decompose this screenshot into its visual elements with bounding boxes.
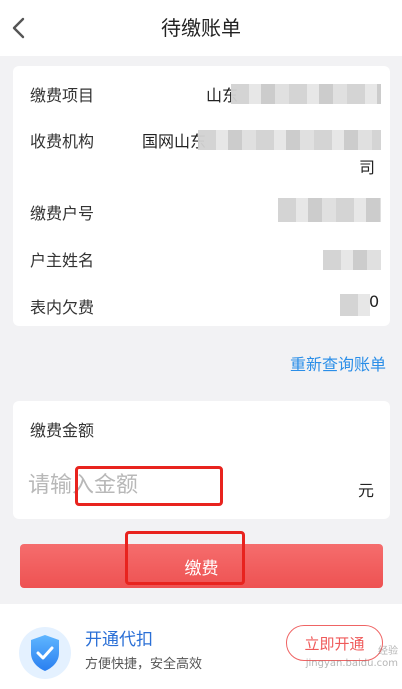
payee-value-tail: 司	[359, 158, 376, 177]
open-auto-debit-button[interactable]: 立即开通	[286, 625, 383, 661]
auto-debit-subtitle: 方便快捷，安全高效	[85, 657, 203, 672]
arrears-value: 0	[369, 292, 380, 311]
auto-debit-title: 开通代扣	[85, 630, 153, 650]
account-number-label: 缴费户号	[30, 204, 95, 223]
masked-payee	[198, 130, 381, 150]
amount-label: 缴费金额	[30, 421, 95, 440]
requery-bill-link[interactable]: 重新查询账单	[290, 351, 386, 375]
payee-label: 收费机构	[30, 132, 95, 151]
auto-debit-banner: 开通代扣 方便快捷，安全高效 立即开通	[0, 604, 402, 689]
top-bar: 待缴账单	[0, 0, 402, 56]
bill-details-card: 缴费项目 山东 收费机构 国网山东 司 缴费户号 户主姓名 表内欠费 0	[13, 66, 390, 326]
masked-payment-item	[231, 84, 381, 104]
masked-account-number	[278, 198, 381, 222]
arrears-label: 表内欠费	[30, 298, 95, 317]
shield-check-icon	[19, 627, 71, 679]
page-title: 待缴账单	[161, 16, 241, 40]
amount-unit: 元	[357, 481, 374, 500]
payment-item-label: 缴费项目	[30, 86, 95, 105]
masked-arrears	[340, 294, 370, 316]
masked-holder-name	[323, 250, 381, 270]
holder-name-label: 户主姓名	[30, 251, 95, 270]
amount-highlight-frame	[75, 466, 223, 506]
payee-value: 国网山东	[142, 132, 207, 151]
pay-highlight-frame	[125, 531, 245, 585]
